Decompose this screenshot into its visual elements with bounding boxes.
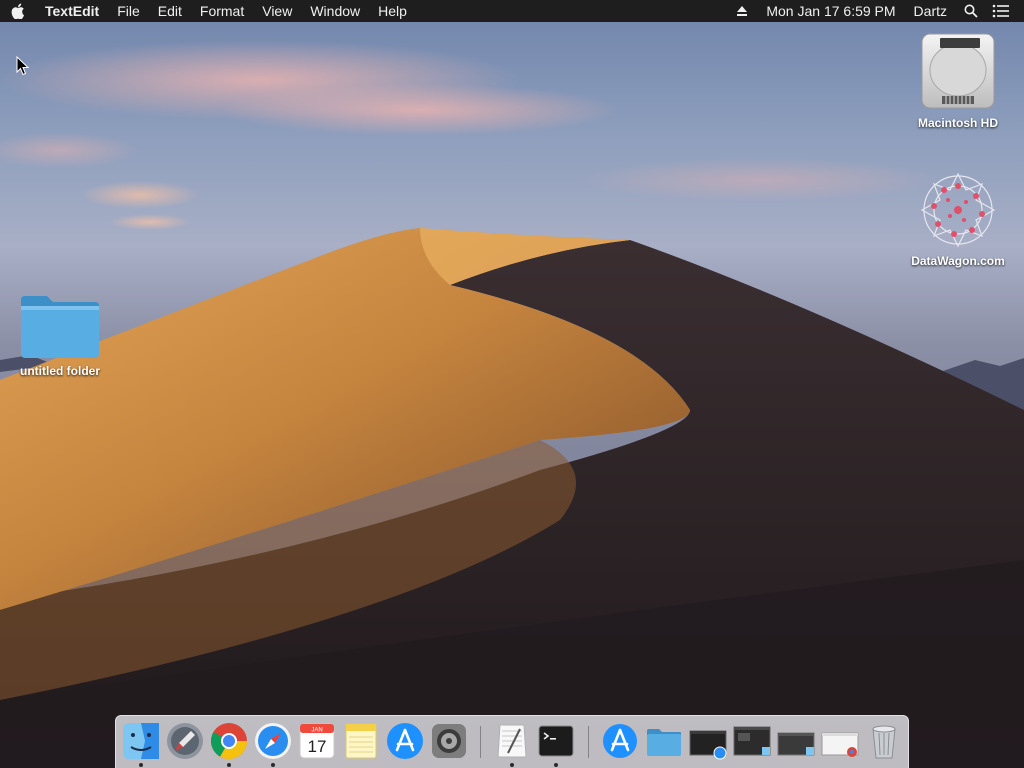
minimized-window-icon[interactable] [732, 721, 772, 761]
minimized-window-icon[interactable] [820, 721, 860, 761]
desktop-icon-macintosh-hd[interactable]: Macintosh HD [903, 32, 1013, 130]
textedit-icon[interactable] [492, 721, 532, 761]
minimized-window-icon[interactable] [776, 721, 816, 761]
menu-file[interactable]: File [108, 0, 149, 22]
calendar-month: JAN [311, 728, 322, 734]
safari-icon[interactable] [253, 721, 293, 761]
menu-view[interactable]: View [253, 0, 301, 22]
menu-bar: TextEdit File Edit Format View Window He… [0, 0, 1024, 22]
desktop-icon-untitled-folder[interactable]: untitled folder [5, 294, 115, 378]
trash-icon[interactable] [864, 721, 904, 761]
running-indicator [139, 763, 143, 767]
desktop-icon-label: untitled folder [20, 364, 100, 378]
terminal-icon[interactable] [536, 721, 576, 761]
running-indicator [510, 763, 514, 767]
search-icon[interactable] [956, 0, 986, 22]
app-store-icon[interactable] [385, 721, 425, 761]
menu-help[interactable]: Help [369, 0, 416, 22]
menu-app-name[interactable]: TextEdit [36, 0, 108, 22]
launchpad-icon[interactable] [165, 721, 205, 761]
desktop-icon-datawagon[interactable]: DataWagon.com [903, 170, 1013, 268]
running-indicator [554, 763, 558, 767]
wallpaper [0, 0, 1024, 768]
menu-window[interactable]: Window [301, 0, 369, 22]
running-indicator [227, 763, 231, 767]
desktop[interactable]: TextEdit File Edit Format View Window He… [0, 0, 1024, 768]
dock: JAN 17 [115, 715, 909, 768]
dock-separator [588, 726, 589, 758]
calendar-day: 17 [308, 737, 327, 756]
menu-user[interactable]: Dartz [905, 0, 956, 22]
app-store-stack-icon[interactable] [600, 721, 640, 761]
minimized-window-icon[interactable] [688, 721, 728, 761]
datawagon-logo-icon [920, 172, 996, 248]
menu-edit[interactable]: Edit [149, 0, 191, 22]
system-preferences-icon[interactable] [429, 721, 469, 761]
apple-menu-icon[interactable] [0, 0, 36, 22]
mouse-pointer-icon [16, 56, 30, 76]
folder-icon [21, 296, 99, 358]
running-indicator [271, 763, 275, 767]
folder-stack-icon[interactable] [644, 721, 684, 761]
list-icon[interactable] [986, 0, 1016, 22]
eject-icon[interactable] [727, 0, 757, 22]
hard-drive-icon [921, 33, 995, 109]
chrome-icon[interactable] [209, 721, 249, 761]
dock-separator [480, 726, 481, 758]
finder-icon[interactable] [121, 721, 161, 761]
notes-icon[interactable] [341, 721, 381, 761]
desktop-icon-label: DataWagon.com [911, 254, 1005, 268]
menu-format[interactable]: Format [191, 0, 253, 22]
menu-clock[interactable]: Mon Jan 17 6:59 PM [757, 0, 904, 22]
calendar-icon[interactable]: JAN 17 [297, 721, 337, 761]
desktop-icon-label: Macintosh HD [917, 116, 998, 130]
